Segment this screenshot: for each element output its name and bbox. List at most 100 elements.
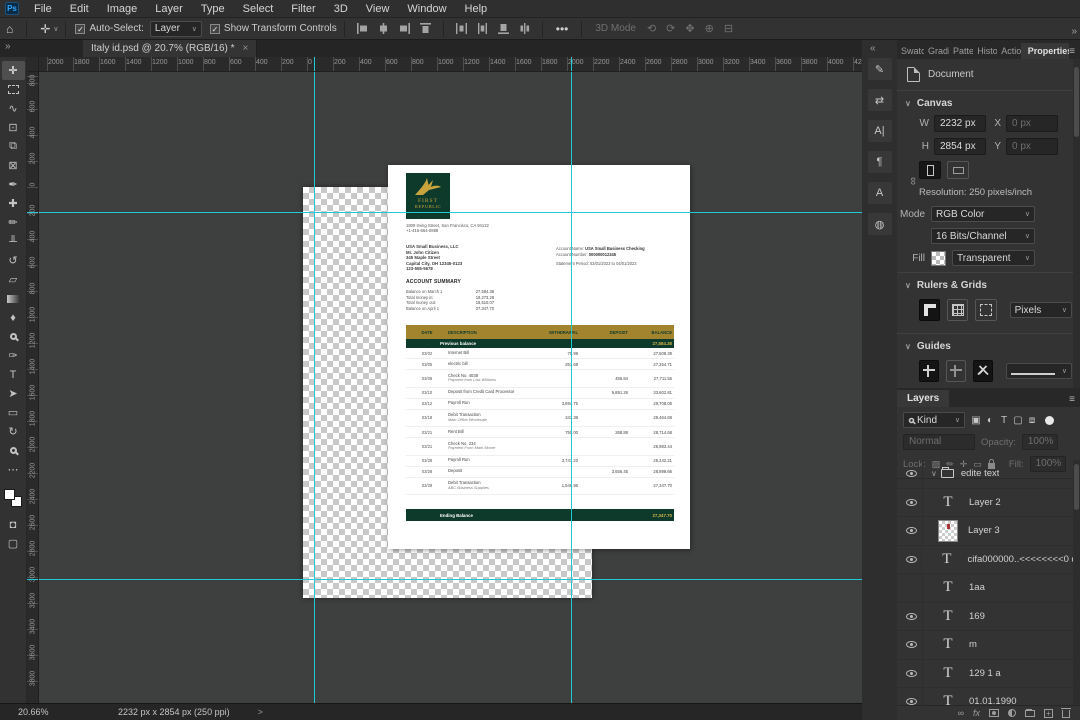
menu-help[interactable]: Help (456, 0, 497, 18)
menu-view[interactable]: View (357, 0, 399, 18)
home-icon[interactable]: ⌂ (0, 22, 19, 36)
auto-select-checkbox[interactable]: ✓ (75, 23, 86, 34)
dodge-tool[interactable] (2, 327, 25, 346)
canvas-section-header[interactable]: ∨ Canvas (897, 91, 1080, 113)
eye-icon[interactable] (906, 669, 917, 677)
delete-layer-icon[interactable] (1061, 708, 1071, 718)
clone-stamp-tool[interactable]: ╨ (2, 232, 25, 251)
tab-gradi[interactable]: Gradi (924, 43, 949, 59)
eye-icon[interactable] (906, 641, 917, 649)
link-layers-icon[interactable]: ∞ (958, 708, 964, 718)
brush-tool[interactable]: ✏ (2, 213, 25, 232)
eye-icon[interactable] (905, 555, 917, 563)
paragraph-panel-icon[interactable]: ¶ (867, 151, 892, 173)
eye-icon[interactable] (906, 612, 917, 620)
character-panel-icon[interactable]: A| (867, 120, 892, 142)
canvas-x-field[interactable]: 0 px (1006, 115, 1058, 132)
bit-depth-dropdown[interactable]: 16 Bits/Channel ∨ (931, 228, 1035, 244)
collapse-dock-icon[interactable]: » (1071, 26, 1077, 37)
tab-swatc[interactable]: Swatc (897, 43, 924, 59)
pen-tool[interactable]: ✑ (2, 346, 25, 365)
panel-menu-icon[interactable]: ≡ (1069, 46, 1080, 59)
eyedropper-tool[interactable]: ✒ (2, 175, 25, 194)
layer-row[interactable]: T Layer 2 (897, 488, 1073, 517)
new-group-icon[interactable] (1025, 708, 1035, 717)
status-chevron-icon[interactable]: > (258, 707, 263, 717)
brushes-panel-icon[interactable]: ✎ (867, 58, 892, 80)
toggle-snap-button[interactable] (975, 299, 997, 321)
visibility-cell[interactable] (901, 517, 923, 545)
menu-file[interactable]: File (25, 0, 61, 18)
visibility-cell[interactable] (901, 545, 923, 573)
filter-type-icon[interactable]: ⧈ (1025, 415, 1039, 426)
visibility-cell[interactable] (901, 602, 923, 630)
menu-layer[interactable]: Layer (146, 0, 192, 18)
lock-guides-button[interactable] (946, 360, 967, 382)
zoom-tool[interactable] (2, 441, 25, 460)
vertical-guide[interactable] (571, 72, 572, 703)
type-tool[interactable]: T (2, 365, 25, 384)
visibility-cell[interactable] (901, 488, 923, 516)
foreground-color-swatch[interactable] (4, 489, 15, 500)
document-type-row[interactable]: Document (897, 59, 1080, 91)
eye-icon[interactable] (906, 498, 917, 506)
eraser-tool[interactable]: ▱ (2, 270, 25, 289)
bank-statement-page[interactable]: FIRST REPUBLIC 1809 Irving Street, San F… (388, 165, 690, 549)
align-top-icon[interactable] (419, 22, 432, 35)
new-layer-icon[interactable]: + (1044, 708, 1053, 718)
eye-icon[interactable] (906, 470, 917, 478)
canvas-width-field[interactable]: 2232 px (934, 115, 986, 132)
align-right-icon[interactable] (398, 22, 411, 35)
horizontal-guide[interactable] (39, 212, 862, 213)
guide-style-dropdown[interactable]: ∨ (1006, 363, 1073, 379)
filter-toggle-icon[interactable] (1045, 415, 1054, 425)
vertical-ruler[interactable]: 800 600 400 200 0 200 400 600 800 1000 1200 1400 160… (27, 72, 39, 703)
chevron-down-icon[interactable]: ∨ (931, 469, 937, 478)
horizontal-guide[interactable] (39, 579, 862, 580)
tab-patte[interactable]: Patte (949, 43, 973, 59)
filter-type-icon[interactable]: ▢ (1011, 415, 1025, 426)
auto-select-target-dropdown[interactable]: Layer ∨ (149, 20, 202, 37)
distribute-bottom-icon[interactable] (497, 22, 510, 35)
vertical-guide[interactable] (314, 72, 315, 703)
layers-scrollbar[interactable] (1073, 460, 1080, 706)
opacity-field[interactable]: 100% (1021, 434, 1058, 450)
document-tab[interactable]: Italy id.psd @ 20.7% (RGB/16) * × (83, 40, 258, 57)
horizontal-ruler[interactable]: 2000 1800 1600 1400 1200 1000 800 600 400 200 0 200… (39, 57, 862, 72)
layer-row[interactable]: Tm (897, 631, 1073, 660)
menu-image[interactable]: Image (98, 0, 147, 18)
glyphs-panel-icon[interactable]: A (867, 182, 892, 204)
double-arrow-icon[interactable]: » (5, 41, 11, 52)
blur-tool[interactable]: ♦ (2, 308, 25, 327)
tab-histo[interactable]: Histo (973, 43, 997, 59)
layer-row[interactable]: T 129 1 a (897, 659, 1073, 688)
layer-row[interactable]: T 1aa (897, 574, 1073, 603)
hand-tool[interactable]: ↻ (2, 422, 25, 441)
visibility-cell[interactable] (901, 574, 923, 602)
landscape-orientation-button[interactable] (947, 161, 969, 179)
toggle-grid-button[interactable] (947, 299, 969, 321)
guides-section-header[interactable]: ∨ Guides (897, 334, 1080, 356)
object-selection-tool[interactable]: ⊡ (2, 118, 25, 137)
layer-effects-icon[interactable]: fx (973, 708, 980, 718)
path-selection-tool[interactable]: ➤ (2, 384, 25, 403)
rulers-grids-section-header[interactable]: ∨ Rulers & Grids (897, 273, 1080, 295)
edit-toolbar[interactable]: ⋯ (2, 460, 25, 479)
filter-type-icon[interactable]: ▣ (969, 415, 983, 426)
color-mode-dropdown[interactable]: RGB Color ∨ (931, 206, 1035, 222)
ruler-units-dropdown[interactable]: Pixels ∨ (1009, 302, 1072, 318)
screen-mode-button[interactable]: ▢ (2, 534, 25, 553)
expand-panels-icon[interactable]: « (870, 43, 876, 54)
toggle-rulers-button[interactable] (919, 299, 941, 321)
fill-dropdown[interactable]: Transparent ∨ (952, 250, 1035, 266)
chevron-down-icon[interactable]: ∨ (53, 25, 58, 33)
marquee-tool[interactable] (2, 80, 25, 99)
visibility-cell[interactable] (901, 460, 923, 488)
show-transform-checkbox[interactable]: ✓ (209, 23, 220, 34)
portrait-orientation-button[interactable] (919, 161, 941, 179)
zoom-level-field[interactable]: 20.66% (18, 707, 78, 717)
layer-row[interactable]: T 01.01.1990 (897, 688, 1073, 706)
menu-select[interactable]: Select (234, 0, 283, 18)
shape-tool[interactable]: ▭ (2, 403, 25, 422)
align-center-horizontal-icon[interactable] (377, 22, 390, 35)
